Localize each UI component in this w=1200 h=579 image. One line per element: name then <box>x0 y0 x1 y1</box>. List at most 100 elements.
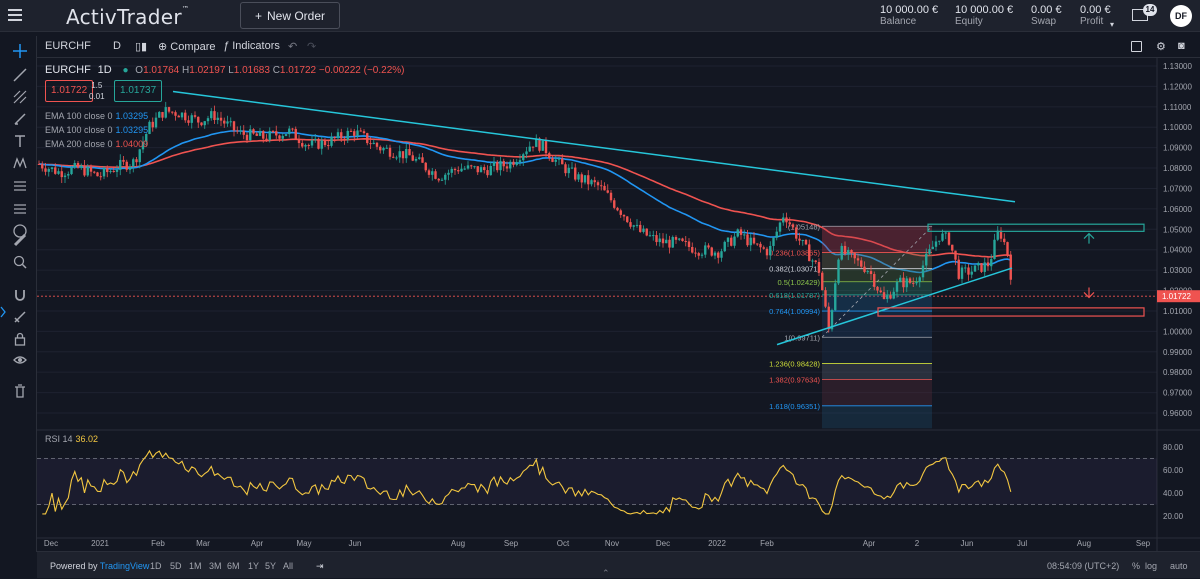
range-all[interactable]: All <box>283 561 293 571</box>
candle-body <box>434 171 437 179</box>
caret-down-icon[interactable]: ▾ <box>1110 20 1114 29</box>
candle-body <box>382 148 385 151</box>
profit-stat[interactable]: 0.00 € Profit <box>1080 4 1111 28</box>
drawing-toolbar <box>0 36 37 552</box>
time-tick-label: 2022 <box>708 539 726 548</box>
price-chart[interactable]: 1.13000 1.12000 1.11000 1.10000 1.09000 1.080… <box>37 58 1200 551</box>
candle-body <box>619 210 622 215</box>
candle-body <box>678 238 681 240</box>
indicators-button[interactable]: ƒ Indicators <box>223 40 280 52</box>
candle-body <box>954 250 957 260</box>
new-order-button[interactable]: + New Order <box>240 2 340 29</box>
candle-body <box>447 172 450 175</box>
avatar[interactable]: DF <box>1170 5 1192 27</box>
camera-icon[interactable]: ◙ <box>1178 40 1185 52</box>
candle-body <box>76 162 80 168</box>
app-logo: ActivTrader™ <box>66 5 190 29</box>
candle-body <box>343 138 346 140</box>
candle-body <box>980 263 983 272</box>
candle-body <box>681 238 684 241</box>
range-5y[interactable]: 5Y <box>265 561 276 571</box>
arrow-up-icon <box>1083 232 1095 244</box>
pattern-icon[interactable] <box>13 156 27 170</box>
auto-scale-toggle[interactable]: auto <box>1170 561 1188 571</box>
sell-price-button[interactable]: 1.01722 <box>45 80 94 102</box>
ema-legend-row[interactable]: EMA 200 close 0 1.04009 <box>45 139 148 149</box>
candle-body <box>512 161 515 165</box>
candle-body <box>785 217 788 223</box>
shapes-icon[interactable] <box>13 202 27 216</box>
prediction-icon[interactable] <box>13 179 27 193</box>
candle-body <box>301 143 304 147</box>
lock-icon[interactable] <box>13 332 27 346</box>
brush-icon[interactable] <box>13 112 27 126</box>
expand-panel-icon[interactable]: ⌃ <box>602 568 610 579</box>
rsi-tick-label: 80.00 <box>1163 443 1184 452</box>
symbol-search[interactable]: EURCHF <box>45 40 91 52</box>
ruler-icon[interactable] <box>13 233 27 247</box>
candle-body <box>574 167 577 180</box>
zoom-in-icon[interactable] <box>13 255 27 269</box>
log-scale-toggle[interactable]: log <box>1145 561 1157 571</box>
clock-time[interactable]: 08:54:09 (UTC+2) <box>1047 561 1119 571</box>
compare-button[interactable]: ⊕ Compare <box>158 40 216 53</box>
eye-icon[interactable] <box>13 353 27 367</box>
buy-price-button[interactable]: 1.01737 <box>114 80 163 102</box>
candle-body <box>190 115 193 123</box>
redo-icon[interactable]: ↷ <box>307 40 316 53</box>
range-3m[interactable]: 3M <box>209 561 222 571</box>
trash-icon[interactable] <box>13 384 27 398</box>
range-5d[interactable]: 5D <box>170 561 182 571</box>
candle-body <box>671 237 674 248</box>
collapse-toolbar-icon[interactable] <box>0 306 6 318</box>
price-tick-label: 0.96000 <box>1163 409 1192 418</box>
crosshair-icon[interactable] <box>13 44 27 58</box>
ema-legend-row[interactable]: EMA 100 close 0 1.03295 <box>45 111 148 121</box>
spread-indicator: 1.5 0.01 <box>89 81 105 101</box>
candle-body <box>609 192 613 201</box>
undo-icon[interactable]: ↶ <box>288 40 297 53</box>
range-1d[interactable]: 1D <box>150 561 162 571</box>
candle-body <box>580 174 583 183</box>
candle-style-icon[interactable]: ▯▮ <box>135 40 147 53</box>
candle-body <box>86 166 89 176</box>
ema-legend-row[interactable]: EMA 100 close 0 1.03295 <box>45 125 148 135</box>
range-1y[interactable]: 1Y <box>248 561 259 571</box>
price-tick-label: 0.99000 <box>1163 348 1192 357</box>
candle-body <box>122 159 125 162</box>
candle-body <box>879 290 882 293</box>
candle-body <box>957 259 960 279</box>
candle-body <box>213 111 216 121</box>
candle-body <box>798 238 801 241</box>
gear-icon[interactable]: ⚙ <box>1156 40 1166 53</box>
magnet-icon[interactable] <box>13 288 27 302</box>
fullscreen-icon[interactable] <box>1131 41 1142 52</box>
percent-scale-toggle[interactable]: % <box>1132 561 1140 571</box>
candle-body <box>551 158 554 162</box>
candle-body <box>921 265 925 278</box>
resistance-zone-box <box>927 223 1145 232</box>
candle-body <box>229 121 232 123</box>
text-icon[interactable] <box>13 134 27 148</box>
interval-selector[interactable]: D <box>113 40 121 52</box>
stay-in-drawing-icon[interactable] <box>13 310 27 324</box>
hamburger-menu-icon[interactable] <box>8 9 22 21</box>
candle-body <box>463 168 466 170</box>
fib-zone <box>822 363 932 380</box>
candle-body <box>200 122 203 126</box>
candle-body <box>863 266 866 272</box>
pitchfork-icon[interactable] <box>13 90 27 104</box>
candle-body <box>388 147 392 157</box>
date-range-icon[interactable]: ⇥ <box>316 561 324 572</box>
time-tick-label: Aug <box>451 539 465 548</box>
rsi-legend[interactable]: RSI 14 36.02 <box>45 434 98 444</box>
candle-body <box>41 164 44 169</box>
range-1m[interactable]: 1M <box>189 561 202 571</box>
fib-level-label: 1.382(0.97634) <box>769 376 820 385</box>
fib-zone <box>822 337 932 364</box>
range-6m[interactable]: 6M <box>227 561 240 571</box>
trendline-icon[interactable] <box>13 68 27 82</box>
candle-body <box>437 178 440 181</box>
candle-body <box>788 222 791 225</box>
candle-body <box>996 230 999 240</box>
